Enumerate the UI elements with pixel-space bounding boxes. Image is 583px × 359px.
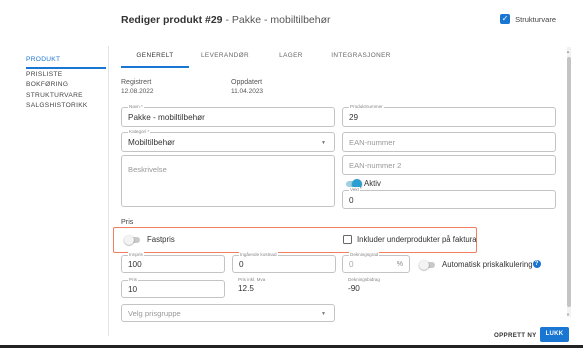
chevron-down-icon: ▼ [321,311,326,317]
fixed-price-toggle[interactable]: Fastpris [124,234,175,245]
tab-bar: GENERELT LEVERANDØR LAGER INTEGRASJONER [121,48,401,68]
scrollbar-thumb[interactable] [567,57,571,307]
close-button[interactable]: LUKK [540,327,569,342]
product-number-field[interactable]: Produktnummer 29 [342,104,556,127]
coverage-amount-label: Dekningsbidrag [348,277,380,282]
active-label: Aktiv [364,179,381,188]
ean-placeholder: EAN-nummer [349,138,395,147]
sidebar-item-prisliste[interactable]: PRISLISTE [26,70,106,81]
scroll-up-icon[interactable]: ▲ [566,49,570,54]
structure-label: Strukturvare [515,14,556,24]
tab-integrasjoner[interactable]: INTEGRASJONER [321,48,401,68]
ean2-field[interactable]: EAN-nummer 2 [342,155,556,175]
price-group-select[interactable]: Velg prisgruppe ▼ [121,304,335,322]
help-icon[interactable]: ? [532,260,541,268]
ean-field[interactable]: EAN-nummer [342,132,556,152]
price-incl-vat-value: 12.5 [238,284,254,293]
page-title: Rediger produkt #29 - Pakke - mobiltilbe… [121,14,331,26]
price-section-label: Pris [121,217,134,226]
category-value: Mobiltilbehør [128,138,175,147]
sidebar-item-salgshistorikk[interactable]: SALGSHISTORIKK [26,101,106,112]
ean2-placeholder: EAN-nummer 2 [349,161,402,170]
tab-active-indicator [121,66,189,68]
price-field[interactable]: Pris 10 [121,277,225,298]
edit-product-dialog: Rediger produkt #29 - Pakke - mobiltilbe… [0,0,583,359]
price-value: 10 [128,285,138,294]
product-number-label: Produktnummer [349,104,384,110]
purchase-price-label: Innpris [128,252,144,258]
category-select[interactable]: Kategori * Mobiltilbehør ▼ [121,129,335,152]
title-separator: - [222,14,232,26]
updated-label: Oppdatert [231,79,263,86]
auto-calc-text: Automatisk priskalkulering? [442,260,541,269]
sidebar-nav: PRODUKT PRISLISTE BOKFØRING STRUKTURVARE… [26,55,106,112]
tab-generelt[interactable]: GENERELT [121,48,189,68]
purchase-price-field[interactable]: Innpris 100 [121,252,225,273]
sidebar-active-indicator [26,67,106,69]
tab-leverandor[interactable]: LEVERANDØR [189,48,261,68]
active-switch[interactable] [346,178,362,189]
extra-cost-value: 0 [239,260,244,269]
scroll-down-icon[interactable]: ▼ [566,312,570,317]
extra-cost-label: Ingående kostnad [239,252,278,258]
product-number-value: 29 [349,113,359,122]
price-group-placeholder: Velg prisgruppe [128,309,181,318]
auto-calc-label: Automatisk priskalkulering [442,260,533,269]
chevron-down-icon: ▼ [321,140,326,146]
description-textarea[interactable]: Beskrivelse [121,155,335,207]
fixed-price-switch[interactable] [124,234,140,245]
coverage-rate-value: 0 [349,260,354,269]
name-field[interactable]: Navn * Pakke - mobiltilbehør [121,104,335,127]
description-placeholder: Beskrivelse [128,165,167,174]
purchase-price-value: 100 [128,260,142,269]
sidebar-divider [108,46,109,336]
price-label: Pris [128,277,138,283]
category-label: Kategori * [128,129,151,135]
sidebar-item-strukturvare[interactable]: STRUKTURVARE [26,91,106,102]
weight-value: 0 [349,196,354,205]
price-incl-vat-label: Pris inkl. Mva [238,277,266,282]
weight-field[interactable]: Vekt 0 [342,187,556,209]
percent-unit: % [396,261,403,268]
coverage-amount-value: -90 [348,284,360,293]
tab-lager[interactable]: LAGER [261,48,321,68]
weight-label: Vekt [349,187,360,193]
footer-bar [0,345,583,348]
name-value: Pakke - mobiltilbehør [128,113,205,122]
auto-calc-toggle[interactable]: Automatisk priskalkulering? [419,259,541,270]
check-icon: ✓ [500,14,511,24]
coverage-rate-label: Dekningsgrad [349,252,380,258]
registered-value: 12.08.2022 [121,88,154,95]
auto-calc-switch[interactable] [419,259,435,270]
registered-label: Registrert [121,79,152,86]
updated-value: 11.04.2023 [231,88,264,95]
checkbox-icon [343,235,352,244]
sidebar-item-bokforing[interactable]: BOKFØRING [26,80,106,91]
create-new-button[interactable]: OPPRETT NY [494,332,537,339]
sidebar-item-produkt[interactable]: PRODUKT [26,55,106,66]
title-main: Rediger produkt #29 [121,14,223,26]
name-label: Navn * [128,104,144,110]
extra-cost-field[interactable]: Ingående kostnad 0 [232,252,336,273]
include-subproducts-label: Inkluder underprodukter på faktura [357,235,477,244]
fixed-price-label: Fastpris [147,235,175,244]
coverage-rate-field[interactable]: Dekningsgrad 0 % [342,252,410,273]
include-subproducts-checkbox[interactable]: Inkluder underprodukter på faktura [343,235,477,244]
structure-checkbox[interactable]: ✓ Strukturvare [500,14,556,24]
title-product-name: Pakke - mobiltilbehør [231,14,331,26]
